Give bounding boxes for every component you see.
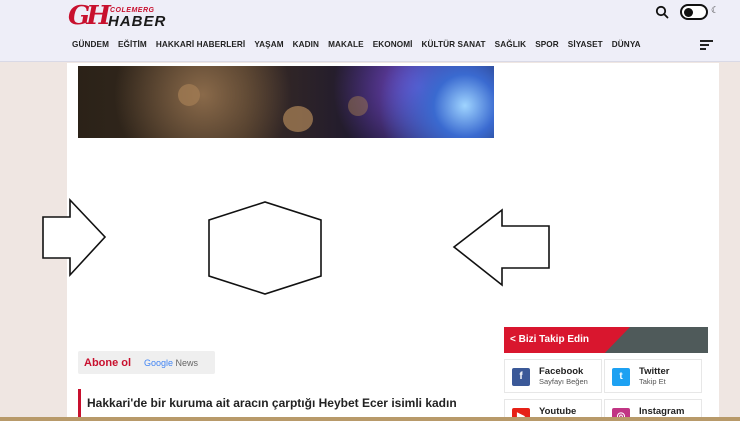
nav-item-gundem[interactable]: GÜNDEM (72, 40, 109, 49)
logo-mark: GH (68, 1, 111, 31)
social-name: Facebook (539, 366, 584, 377)
nav-item-saglik[interactable]: SAĞLIK (495, 40, 527, 49)
follow-title-text: Bizi Takip Edin (518, 334, 590, 345)
site-header: GH COLEMERG HABER ☾ GÜNDEM EĞİTİM HAKKAR… (0, 0, 740, 62)
nav-item-kultur-sanat[interactable]: KÜLTÜR SANAT (422, 40, 486, 49)
nav-item-yasam[interactable]: YAŞAM (254, 40, 283, 49)
nav-item-hakkari-haberleri[interactable]: HAKKARİ HABERLERİ (156, 40, 246, 49)
photo-detail (283, 106, 313, 132)
subscribe-label: Abone ol (84, 357, 132, 369)
subscribe-google-news[interactable]: Abone ol Google News (78, 351, 215, 374)
social-name: Instagram (639, 406, 685, 417)
moon-icon: ☾ (711, 5, 720, 15)
nav-item-makale[interactable]: MAKALE (328, 40, 364, 49)
nav-item-egitim[interactable]: EĞİTİM (118, 40, 147, 49)
social-card-twitter[interactable]: t Twitter Takip Et (604, 359, 702, 393)
follow-us-header: < Bizi Takip Edin (504, 327, 708, 353)
site-logo[interactable]: GH COLEMERG HABER (68, 1, 167, 31)
photo-detail (178, 84, 200, 106)
headline-text: Hakkari'de bir kuruma ait aracın çarptığ… (87, 396, 457, 410)
google-text: Google (144, 358, 174, 368)
logo-bottom-text: HABER (108, 13, 167, 30)
nav-item-dunya[interactable]: DÜNYA (612, 40, 641, 49)
social-name: Twitter (639, 366, 670, 377)
social-name: Youtube (539, 406, 577, 417)
facebook-icon: f (512, 368, 530, 386)
news-hero-image[interactable] (78, 66, 494, 138)
follow-title: < Bizi Takip Edin (510, 334, 589, 345)
main-nav: GÜNDEM EĞİTİM HAKKARİ HABERLERİ YAŞAM KA… (72, 40, 641, 49)
nav-item-kadin[interactable]: KADIN (293, 40, 319, 49)
share-icon: < (510, 334, 516, 345)
social-sub: Takip Et (639, 377, 666, 386)
twitter-icon: t (612, 368, 630, 386)
hamburger-icon[interactable] (700, 40, 713, 50)
google-news-logo: Google News (144, 358, 198, 368)
nav-item-siyaset[interactable]: SİYASET (568, 40, 603, 49)
toggle-knob (684, 8, 693, 17)
social-card-facebook[interactable]: f Facebook Sayfayı Beğen (504, 359, 602, 393)
bottom-border (0, 417, 740, 421)
nav-item-ekonomi[interactable]: EKONOMİ (373, 40, 413, 49)
photo-detail (348, 96, 368, 116)
news-text: News (175, 358, 199, 368)
social-sub: Sayfayı Beğen (539, 377, 588, 386)
nav-item-spor[interactable]: SPOR (535, 40, 559, 49)
theme-toggle[interactable] (680, 4, 708, 20)
search-icon[interactable] (655, 5, 669, 19)
